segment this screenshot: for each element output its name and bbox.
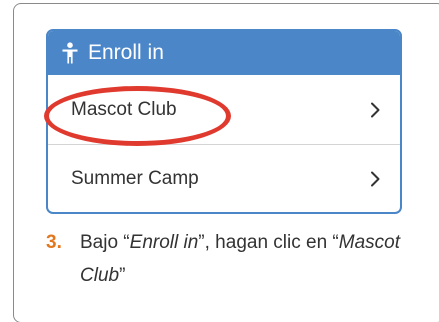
instruction-step: 3. Bajo “Enroll in”, hagan clic en “Masc… xyxy=(46,226,416,292)
panel-header: Enroll in xyxy=(48,31,400,75)
person-icon xyxy=(62,42,78,64)
step-text-emphasis: Enroll in xyxy=(129,232,199,253)
enroll-panel: Enroll in Mascot Club Summer Camp xyxy=(46,29,402,214)
page: Enroll in Mascot Club Summer Camp 3. Baj… xyxy=(0,0,439,322)
chevron-right-icon xyxy=(371,102,380,117)
panel-title: Enroll in xyxy=(88,41,164,64)
chevron-right-icon xyxy=(371,171,380,187)
list-item-mascot-club[interactable]: Mascot Club xyxy=(48,75,400,144)
list-item-summer-camp[interactable]: Summer Camp xyxy=(48,144,400,212)
step-text: Bajo “Enroll in”, hagan clic en “Mascot … xyxy=(80,226,416,292)
list-item-label: Mascot Club xyxy=(71,98,177,120)
list-item-label: Summer Camp xyxy=(71,168,199,189)
step-number: 3. xyxy=(46,232,62,253)
step-text-part: ” xyxy=(119,265,126,286)
step-text-part: ”, hagan clic en “ xyxy=(198,232,339,253)
step-text-part: Bajo “ xyxy=(80,232,130,253)
